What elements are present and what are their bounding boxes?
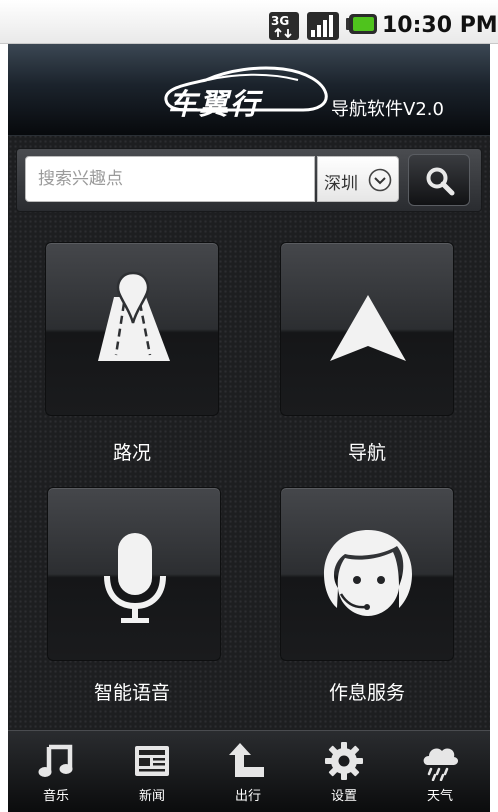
- bottom-navigation: 音乐 新闻 出行 设置 天气: [8, 730, 490, 812]
- chevron-down-icon: [368, 168, 392, 192]
- app-screen: 车翼行 导航软件V2.0 深圳 路况: [8, 44, 490, 812]
- signal-strength-icon: [307, 12, 339, 40]
- app-subtitle: 导航软件V2.0: [331, 99, 444, 120]
- road-pin-icon: [98, 271, 170, 361]
- search-field: [25, 156, 315, 202]
- search-icon: [426, 167, 455, 196]
- tile-service[interactable]: [280, 487, 454, 661]
- logo-text: 车翼行: [168, 87, 262, 121]
- nav-item-settings[interactable]: 设置: [296, 731, 392, 812]
- app-header: 车翼行 导航软件V2.0: [8, 44, 490, 136]
- newspaper-icon: [135, 746, 169, 776]
- city-select[interactable]: 深圳: [317, 156, 399, 202]
- status-bar: 3G 10:30 PM: [0, 0, 498, 44]
- nav-label-weather: 天气: [426, 789, 453, 804]
- search-input[interactable]: [26, 157, 314, 201]
- search-bar: 深圳: [16, 148, 482, 212]
- nav-label-settings: 设置: [330, 789, 357, 804]
- 3g-network-icon: 3G: [269, 12, 299, 40]
- nav-label-travel: 出行: [234, 789, 261, 804]
- status-time: 10:30 PM: [382, 13, 498, 38]
- nav-item-travel[interactable]: 出行: [200, 731, 296, 812]
- gear-icon: [325, 742, 363, 780]
- nav-item-music[interactable]: 音乐: [8, 731, 104, 812]
- tile-navigation[interactable]: [280, 242, 454, 416]
- nav-label-music: 音乐: [42, 789, 69, 804]
- city-label: 深圳: [324, 174, 358, 194]
- nav-label-news: 新闻: [138, 789, 165, 804]
- tile-traffic-label: 路况: [112, 442, 151, 464]
- music-note-icon: [38, 744, 73, 777]
- nav-item-weather[interactable]: 天气: [392, 731, 488, 812]
- headset-face-icon: [324, 530, 412, 616]
- svg-text:3G: 3G: [271, 14, 289, 28]
- navigation-arrow-icon: [330, 295, 406, 361]
- nav-item-news[interactable]: 新闻: [104, 731, 200, 812]
- frame-edge-left: [0, 44, 8, 812]
- tile-voice[interactable]: [47, 487, 221, 661]
- tile-service-label: 作息服务: [328, 682, 405, 704]
- tile-voice-label: 智能语音: [93, 682, 170, 704]
- search-button[interactable]: [408, 154, 470, 206]
- turn-arrow-icon: [229, 743, 264, 777]
- frame-edge-right: [490, 44, 498, 812]
- tile-traffic[interactable]: [45, 242, 219, 416]
- rain-cloud-icon: [423, 748, 459, 781]
- battery-icon: [346, 14, 377, 34]
- tile-navigation-label: 导航: [347, 442, 386, 464]
- microphone-icon: [104, 533, 166, 623]
